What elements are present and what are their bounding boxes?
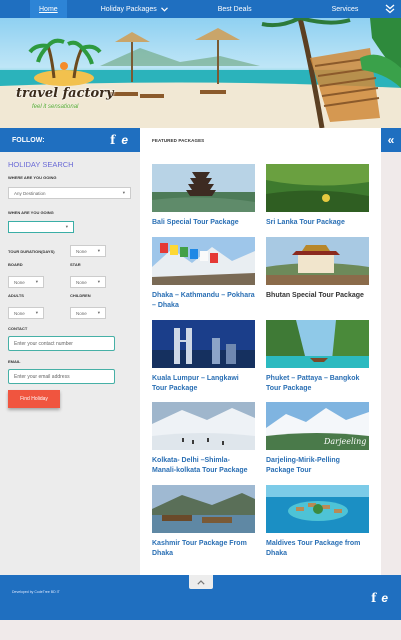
follow-bar: FOLLOW: f e	[0, 128, 140, 152]
nav-best-deals[interactable]: Best Deals	[218, 0, 252, 18]
contact-label: CONTACT	[8, 326, 28, 331]
children-select[interactable]: None ▾	[70, 307, 106, 319]
package-card[interactable]: Kuala Lumpur – Langkawi Tour Package	[152, 320, 255, 393]
star-select[interactable]: None ▾	[70, 276, 106, 288]
children-value: None	[76, 310, 87, 316]
adults-select[interactable]: None ▾	[8, 307, 44, 319]
chevron-down-icon: ▾	[65, 224, 68, 229]
section-title: FEATURED PACKAGES	[152, 138, 205, 143]
package-title[interactable]: Kashmir Tour Package From Dhaka	[152, 539, 255, 558]
package-card[interactable]: Kashmir Tour Package From Dhaka	[152, 485, 255, 558]
duration-label: TOUR DURATION(days)	[8, 248, 55, 254]
chevron-down-icon: ▾	[97, 279, 100, 284]
board-value: None	[14, 279, 25, 285]
package-card[interactable]: Maldives Tour Package from Dhaka	[266, 485, 369, 558]
board-label: BOARD	[8, 262, 23, 267]
e-social-icon[interactable]: e	[381, 591, 388, 605]
board-select[interactable]: None ▾	[8, 276, 44, 288]
holiday-search-panel: HOLIDAY SEARCH WHERE ARE YOU GOING Any D…	[0, 152, 140, 575]
package-title[interactable]: Bhutan Special Tour Package	[266, 291, 369, 301]
package-image[interactable]	[152, 237, 255, 285]
find-holiday-button[interactable]: Find Holiday	[8, 390, 60, 408]
brand-logo[interactable]: travel factory feel it sensational	[14, 38, 114, 118]
palm-logo-icon	[28, 38, 102, 86]
package-card[interactable]: Darjeeling Darjeling-Mirik-Pelling Packa…	[266, 402, 369, 475]
chevron-down-icon: ▾	[35, 279, 38, 284]
email-input[interactable]: Enter your email address	[8, 369, 115, 384]
package-title[interactable]: Kuala Lumpur – Langkawi Tour Package	[152, 374, 255, 393]
package-card[interactable]: Phuket – Pattaya – Bangkok Tour Package	[266, 320, 369, 393]
facebook-icon[interactable]: f	[371, 591, 376, 605]
chevron-down-icon: ▾	[97, 310, 100, 315]
chevron-down-icon: ▾	[122, 190, 125, 195]
date-select[interactable]: ▾	[8, 221, 74, 233]
package-image[interactable]	[266, 164, 369, 212]
top-navigation: Home Holiday Packages Best Deals Service…	[0, 0, 401, 18]
follow-label: FOLLOW:	[12, 136, 45, 144]
package-card[interactable]: Bhutan Special Tour Package	[266, 237, 369, 301]
email-label: EMAIL	[8, 359, 21, 364]
package-image[interactable]	[266, 237, 369, 285]
package-title[interactable]: Kolkata- Delhi –Shimla- Manali-kolkata T…	[152, 456, 255, 475]
destination-select[interactable]: Any Destination ▾	[8, 187, 131, 199]
chevron-down-icon: ▾	[97, 248, 100, 253]
package-card[interactable]: Bali Special Tour Package	[152, 164, 255, 228]
contact-input[interactable]: Enter your contact number	[8, 336, 115, 351]
e-social-icon[interactable]: e	[121, 133, 128, 147]
star-label: STAR	[70, 262, 81, 267]
double-chevron-left-icon[interactable]: «	[381, 128, 401, 152]
package-card[interactable]: Dhaka – Kathmandu – Pokhara – Dhaka	[152, 237, 255, 310]
where-going-label: WHERE ARE YOU GOING	[8, 175, 57, 180]
package-image[interactable]	[266, 320, 369, 368]
adults-label: ADULTS	[8, 293, 24, 298]
featured-packages-section: FEATURED PACKAGES Bali Special Tour Pack…	[140, 128, 381, 575]
package-card[interactable]: Kolkata- Delhi –Shimla- Manali-kolkata T…	[152, 402, 255, 475]
chevron-down-icon: ▾	[35, 310, 38, 315]
search-title: HOLIDAY SEARCH	[8, 160, 74, 169]
package-title[interactable]: Bali Special Tour Package	[152, 218, 255, 228]
duration-select[interactable]: None ▾	[70, 245, 106, 257]
facebook-icon[interactable]: f	[110, 133, 115, 147]
package-image[interactable]	[152, 320, 255, 368]
chevron-down-icon	[160, 6, 168, 12]
when-going-label: WHEN ARE YOU GOING	[8, 210, 54, 215]
children-label: CHILDREN	[70, 293, 91, 298]
nav-home-link[interactable]: Home	[30, 0, 67, 18]
package-title[interactable]: Dhaka – Kathmandu – Pokhara – Dhaka	[152, 291, 255, 310]
package-title[interactable]: Phuket – Pattaya – Bangkok Tour Package	[266, 374, 369, 393]
double-chevron-down-icon[interactable]	[385, 0, 395, 18]
package-image[interactable]	[152, 485, 255, 533]
package-title[interactable]: Sri Lanka Tour Package	[266, 218, 369, 228]
nav-holiday-packages-label: Holiday Packages	[100, 5, 157, 13]
hero-banner: travel factory feel it sensational	[0, 18, 401, 128]
scroll-to-top-button[interactable]	[189, 575, 213, 589]
package-image[interactable]	[266, 485, 369, 533]
package-card[interactable]: Sri Lanka Tour Package	[266, 164, 369, 228]
brand-tagline: feel it sensational	[32, 104, 79, 110]
package-image[interactable]	[152, 164, 255, 212]
package-title[interactable]: Darjeling-Mirik-Pelling Package Tour	[266, 456, 369, 475]
darjeeling-overlay: Darjeeling	[323, 437, 366, 446]
package-image[interactable]	[152, 402, 255, 450]
duration-value: None	[76, 248, 87, 254]
footer-credit[interactable]: Developed by CodeTree BD IT	[12, 590, 60, 594]
nav-services[interactable]: Services	[332, 0, 359, 18]
package-title[interactable]: Maldives Tour Package from Dhaka	[266, 539, 369, 558]
destination-value: Any Destination	[14, 190, 46, 196]
brand-name: travel factory	[16, 86, 114, 101]
nav-holiday-packages[interactable]: Holiday Packages	[101, 0, 168, 18]
chevron-up-icon	[197, 579, 205, 585]
adults-value: None	[14, 310, 25, 316]
star-value: None	[76, 279, 87, 285]
package-image[interactable]: Darjeeling	[266, 402, 369, 450]
